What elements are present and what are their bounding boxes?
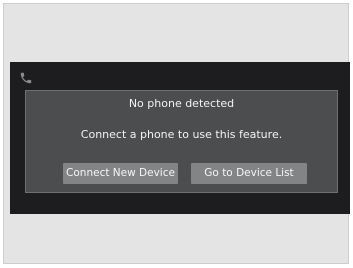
go-to-device-list-button[interactable]: Go to Device List: [191, 163, 307, 184]
phone-icon: [19, 70, 33, 84]
connect-new-device-button[interactable]: Connect New Device: [63, 163, 178, 184]
dialog-message: Connect a phone to use this feature.: [80, 128, 283, 141]
display-screen: No phone detected Connect a phone to use…: [10, 62, 350, 214]
dialog-title: No phone detected: [128, 97, 235, 110]
figure-frame: No phone detected Connect a phone to use…: [3, 3, 350, 264]
no-phone-dialog: No phone detected Connect a phone to use…: [25, 90, 338, 193]
